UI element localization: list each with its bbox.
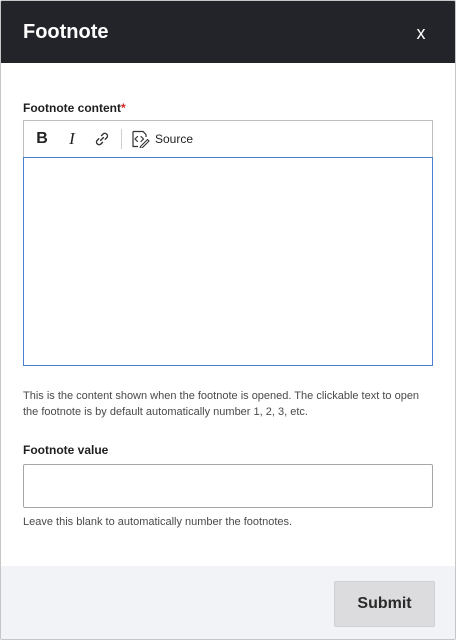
submit-button[interactable]: Submit [334,581,435,627]
footnote-content-description: This is the content shown when the footn… [23,390,420,418]
footnote-content-label-text: Footnote content [23,101,121,115]
editor-toolbar: B I Source [23,120,433,157]
dialog-titlebar: Footnote x [1,1,455,63]
dialog-title: Footnote [23,21,109,43]
footnote-value-input[interactable] [23,464,433,508]
source-code-icon [132,130,150,148]
footnote-value-label: Footnote value [23,443,109,457]
footnote-content-textarea[interactable] [23,157,433,366]
toolbar-separator [121,129,122,149]
link-icon [95,132,109,146]
bold-button[interactable]: B [32,128,52,150]
required-marker: * [120,101,126,115]
close-button[interactable]: x [409,21,433,45]
footnote-value-description: Leave this blank to automatically number… [23,516,293,528]
footnote-dialog: Footnote x Footnote content* B I Source … [0,0,456,640]
italic-button[interactable]: I [62,128,82,150]
dialog-footer: Submit [1,566,455,639]
footnote-content-editor: B I Source [23,120,433,366]
link-button[interactable] [90,128,114,150]
source-button[interactable]: Source [130,128,200,150]
footnote-content-label: Footnote content* [23,101,126,115]
source-button-label: Source [155,132,194,146]
